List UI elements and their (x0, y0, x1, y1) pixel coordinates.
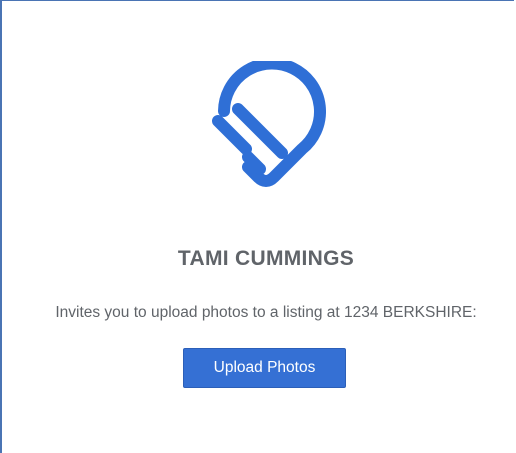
upload-photos-button[interactable]: Upload Photos (183, 348, 346, 388)
sender-name: TAMI CUMMINGS (177, 247, 355, 270)
pin-stripes-logo-icon (212, 61, 326, 187)
email-card: TAMI CUMMINGS Invites you to upload phot… (0, 0, 514, 453)
invite-message: Invites you to upload photos to a listin… (55, 304, 477, 321)
